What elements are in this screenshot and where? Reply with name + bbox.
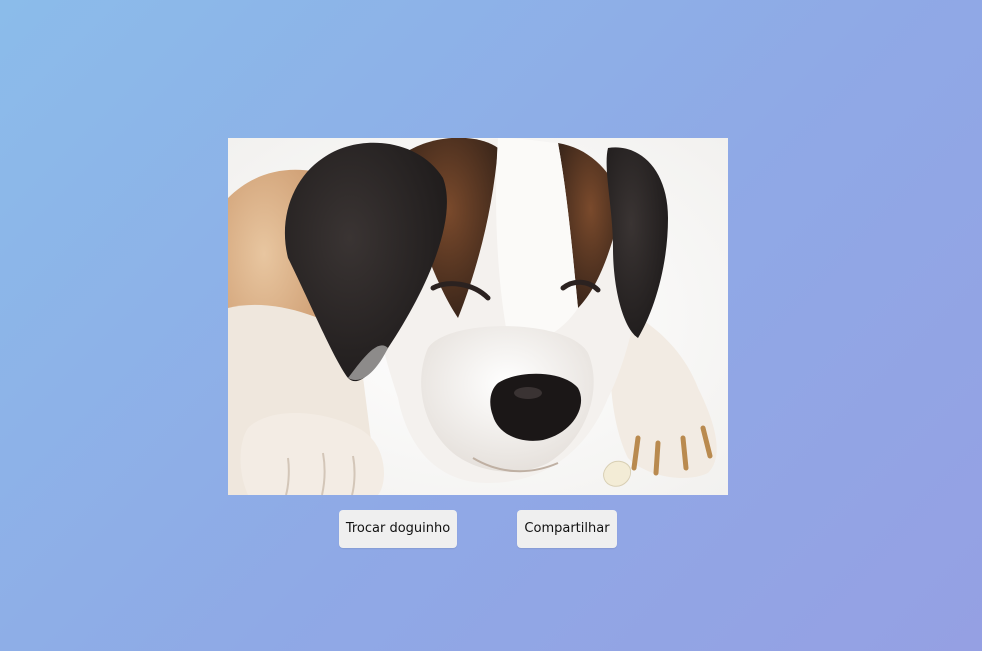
swap-dog-button[interactable]: Trocar doguinho bbox=[339, 510, 457, 548]
dog-photo bbox=[228, 138, 728, 495]
share-button[interactable]: Compartilhar bbox=[517, 510, 617, 548]
